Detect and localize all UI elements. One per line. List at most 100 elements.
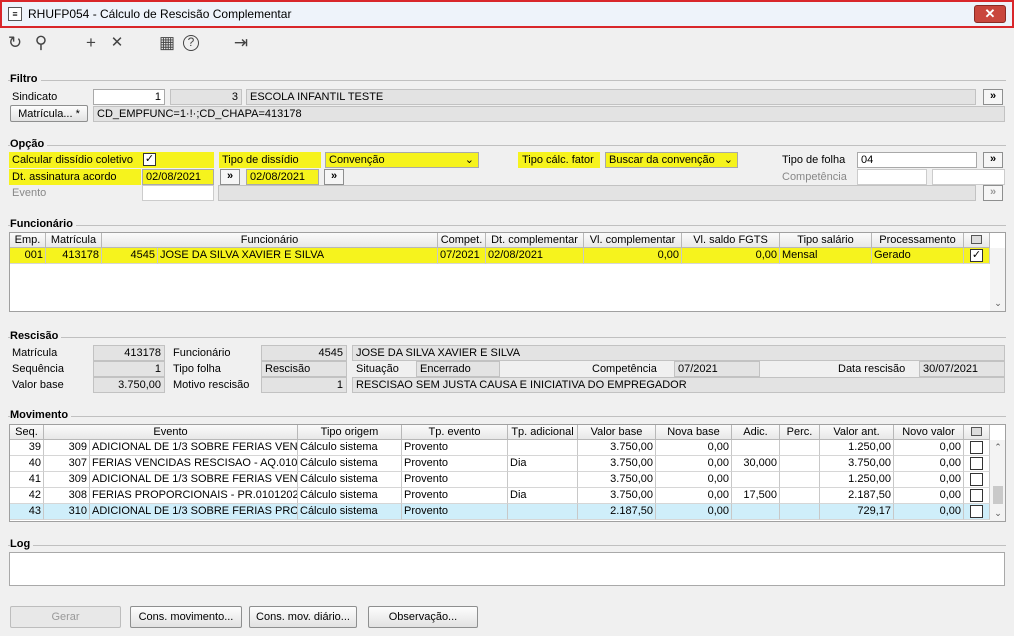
tipo-folha-label: Tipo de folha bbox=[782, 154, 846, 166]
cell-adic: 17,500 bbox=[732, 488, 780, 504]
col-vl-complementar[interactable]: Vl. complementar bbox=[584, 233, 682, 248]
sindicato-code: 3 bbox=[170, 89, 242, 105]
col-vl-saldo[interactable]: Vl. saldo FGTS bbox=[682, 233, 780, 248]
col-compet[interactable]: Compet. bbox=[438, 233, 486, 248]
tipo-calc-label: Tipo cálc. fator bbox=[522, 154, 594, 166]
sindicato-more-button[interactable]: » bbox=[983, 89, 1003, 105]
cell-select[interactable] bbox=[964, 456, 990, 472]
calendar-icon[interactable]: ▦ bbox=[156, 30, 178, 56]
col-perc[interactable]: Perc. bbox=[780, 425, 820, 440]
gerar-button[interactable]: Gerar bbox=[10, 606, 121, 628]
movimento-scrollbar[interactable]: ⌃ ⌄ bbox=[990, 440, 1005, 521]
col-dt-complementar[interactable]: Dt. complementar bbox=[486, 233, 584, 248]
cell-select[interactable] bbox=[964, 488, 990, 504]
situacao-label: Situação bbox=[356, 363, 399, 375]
cell-nova-base: 0,00 bbox=[656, 504, 732, 520]
cell-tp-adicional: Dia bbox=[508, 456, 578, 472]
col-adic[interactable]: Adic. bbox=[732, 425, 780, 440]
help-icon[interactable]: ? bbox=[183, 35, 199, 51]
cell-select[interactable] bbox=[964, 440, 990, 456]
col-emp[interactable]: Emp. bbox=[10, 233, 46, 248]
row-checkbox[interactable] bbox=[970, 457, 983, 470]
select-all-icon bbox=[971, 427, 982, 436]
tipo-dissidio-value: Convenção bbox=[329, 154, 385, 166]
close-button[interactable]: ✕ bbox=[974, 5, 1006, 23]
matricula-filter-field: CD_EMPFUNC=1·!·;CD_CHAPA=413178 bbox=[93, 106, 1005, 122]
cell-adic bbox=[732, 504, 780, 520]
col-tipo-salario[interactable]: Tipo salário bbox=[780, 233, 872, 248]
cell-valor-ant: 729,17 bbox=[820, 504, 894, 520]
col-tipo-origem[interactable]: Tipo origem bbox=[298, 425, 402, 440]
competencia-input-2[interactable] bbox=[932, 169, 1005, 185]
tipo-dissidio-select[interactable]: Convenção ⌄ bbox=[325, 152, 479, 168]
col-select[interactable] bbox=[964, 425, 990, 440]
col-nova-base[interactable]: Nova base bbox=[656, 425, 732, 440]
col-valor-base[interactable]: Valor base bbox=[578, 425, 656, 440]
rescisao-legend: Rescisão bbox=[10, 330, 62, 342]
cell-processamento: Gerado bbox=[872, 248, 964, 264]
dt-assinatura-more-button-2[interactable]: » bbox=[324, 169, 344, 185]
cell-valor-base: 3.750,00 bbox=[578, 488, 656, 504]
dt-assinatura-more-button[interactable]: » bbox=[220, 169, 240, 185]
cell-select[interactable]: ✓ bbox=[964, 248, 990, 264]
col-matricula[interactable]: Matrícula bbox=[46, 233, 102, 248]
cell-cod: 310 bbox=[44, 504, 90, 520]
cons-mov-diario-button[interactable]: Cons. mov. diário... bbox=[249, 606, 357, 628]
row-checkbox[interactable] bbox=[970, 489, 983, 502]
col-tp-adicional[interactable]: Tp. adicional bbox=[508, 425, 578, 440]
cell-novo-valor: 0,00 bbox=[894, 472, 964, 488]
scroll-thumb[interactable] bbox=[993, 486, 1003, 504]
col-funcionario[interactable]: Funcionário bbox=[102, 233, 438, 248]
row-checkbox[interactable] bbox=[970, 441, 983, 454]
sindicato-input[interactable]: 1 bbox=[93, 89, 165, 105]
row-checkbox[interactable] bbox=[970, 473, 983, 486]
chevron-down-icon[interactable]: ⌄ bbox=[990, 506, 1005, 520]
log-textarea[interactable] bbox=[9, 552, 1005, 586]
toolbar: ↻ ⚲ + ✕ ▦ ? ⇥ bbox=[0, 30, 1014, 58]
cell-novo-valor: 0,00 bbox=[894, 456, 964, 472]
cell-tp-adicional bbox=[508, 504, 578, 520]
cell-seq: 42 bbox=[10, 488, 44, 504]
cell-origem: Cálculo sistema bbox=[298, 504, 402, 520]
exit-icon[interactable]: ⇥ bbox=[230, 30, 252, 56]
cons-movimento-button[interactable]: Cons. movimento... bbox=[130, 606, 242, 628]
col-seq[interactable]: Seq. bbox=[10, 425, 44, 440]
evento-input[interactable] bbox=[142, 185, 214, 201]
cell-novo-valor: 0,00 bbox=[894, 488, 964, 504]
cell-codigo: 4545 bbox=[102, 248, 158, 264]
col-tp-evento[interactable]: Tp. evento bbox=[402, 425, 508, 440]
col-processamento[interactable]: Processamento bbox=[872, 233, 964, 248]
funcionario-scrollbar[interactable]: ⌄ bbox=[990, 248, 1005, 311]
rescisao-competencia-field: 07/2021 bbox=[674, 361, 760, 377]
rescisao-matricula: 413178 bbox=[93, 345, 165, 361]
matricula-button[interactable]: Matrícula... * bbox=[10, 105, 88, 122]
col-novo-valor[interactable]: Novo valor bbox=[894, 425, 964, 440]
evento-more-button[interactable]: » bbox=[983, 185, 1003, 201]
cell-cod: 308 bbox=[44, 488, 90, 504]
tipo-folha-input[interactable]: 04 bbox=[857, 152, 977, 168]
cell-perc bbox=[780, 456, 820, 472]
tipo-calc-select[interactable]: Buscar da convenção ⌄ bbox=[605, 152, 738, 168]
refresh-icon[interactable]: ↻ bbox=[4, 30, 26, 56]
row-checkbox[interactable]: ✓ bbox=[970, 249, 983, 262]
col-evento[interactable]: Evento bbox=[44, 425, 298, 440]
tipo-folha-more-button[interactable]: » bbox=[983, 152, 1003, 168]
search-icon[interactable]: ⚲ bbox=[30, 30, 52, 56]
dt-assinatura-input-2[interactable]: 02/08/2021 bbox=[246, 169, 319, 185]
calcular-dissidio-checkbox[interactable]: ✓ bbox=[143, 153, 156, 166]
chevron-down-icon[interactable]: ⌄ bbox=[990, 296, 1005, 310]
observacao-button[interactable]: Observação... bbox=[368, 606, 478, 628]
col-select[interactable] bbox=[964, 233, 990, 248]
chevron-up-icon[interactable]: ⌃ bbox=[990, 440, 1005, 454]
add-icon[interactable]: + bbox=[80, 30, 102, 56]
tipo-calc-value: Buscar da convenção bbox=[609, 154, 715, 166]
tipo-dissidio-label: Tipo de dissídio bbox=[222, 154, 299, 166]
delete-icon[interactable]: ✕ bbox=[106, 30, 128, 56]
dt-assinatura-input[interactable]: 02/08/2021 bbox=[142, 169, 214, 185]
cell-novo-valor: 0,00 bbox=[894, 440, 964, 456]
row-checkbox[interactable] bbox=[970, 505, 983, 518]
col-valor-ant[interactable]: Valor ant. bbox=[820, 425, 894, 440]
cell-select[interactable] bbox=[964, 504, 990, 520]
competencia-input[interactable] bbox=[857, 169, 927, 185]
cell-select[interactable] bbox=[964, 472, 990, 488]
